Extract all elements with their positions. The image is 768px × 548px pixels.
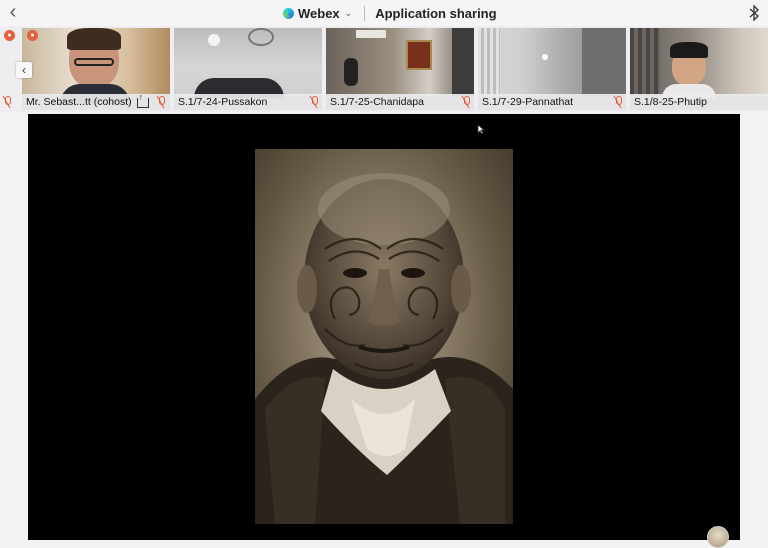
mouse-cursor-icon [477, 125, 485, 135]
share-icon [136, 92, 149, 108]
participant-name: S.1/8-25-Phutip [634, 96, 707, 108]
recording-indicator-icon: ● [27, 30, 38, 41]
page-title: Application sharing [375, 5, 497, 21]
scroll-left-chevron-icon[interactable]: ‹ [16, 62, 32, 78]
self-avatar[interactable] [707, 526, 729, 548]
mic-muted-icon [613, 96, 623, 108]
participant-video [326, 28, 474, 96]
participant-video [630, 28, 768, 98]
webex-logo-icon [283, 7, 294, 19]
title-divider [364, 5, 366, 21]
chevron-down-icon[interactable]: ⌄ [345, 8, 353, 19]
shared-portrait-image [255, 149, 513, 524]
mic-muted-icon [2, 96, 12, 108]
participant-namebar: S.1/7-29-Pannathat [478, 94, 626, 110]
participant-strip: Mr. Sebast...tt (cohost) S.1/7-24-Pussak… [0, 26, 768, 112]
participant-video [478, 28, 626, 96]
participant-video [174, 28, 322, 98]
participant-namebar: Mr. Sebast...tt (cohost) [22, 92, 170, 110]
participant-tile[interactable]: S.1/7-25-Chanidapa [326, 28, 474, 110]
title-area: Webex ⌄ Application sharing [283, 3, 497, 23]
participant-tile[interactable]: S.1/7-24-Pussakon [174, 28, 322, 110]
participant-namebar: S.1/7-24-Pussakon [174, 94, 322, 110]
mic-muted-icon [461, 96, 471, 108]
title-bar: ‹ Webex ⌄ Application sharing [0, 0, 768, 26]
participant-namebar: S.1/7-25-Chanidapa [326, 94, 474, 110]
bluetooth-icon[interactable] [747, 3, 761, 23]
participant-tile[interactable]: S.1/7-29-Pannathat [478, 28, 626, 110]
participant-video [22, 28, 170, 104]
participant-namebar: S.1/8-25-Phutip [630, 94, 768, 110]
mic-muted-icon: ● [4, 30, 15, 41]
mic-muted-icon [156, 96, 166, 108]
participant-name: S.1/7-24-Pussakon [178, 96, 268, 108]
participant-tile[interactable]: Mr. Sebast...tt (cohost) [22, 28, 170, 110]
participant-tile[interactable]: S.1/8-25-Phutip [630, 28, 768, 110]
shared-screen[interactable] [28, 114, 740, 540]
app-name[interactable]: Webex [298, 6, 340, 21]
back-chevron-icon[interactable]: ‹ [4, 2, 22, 22]
participant-name: S.1/7-25-Chanidapa [330, 96, 424, 108]
participant-name: Mr. Sebast...tt (cohost) [26, 96, 132, 108]
participant-name: S.1/7-29-Pannathat [482, 96, 574, 108]
portrait-drawing [255, 173, 513, 524]
mic-muted-icon [309, 96, 319, 108]
